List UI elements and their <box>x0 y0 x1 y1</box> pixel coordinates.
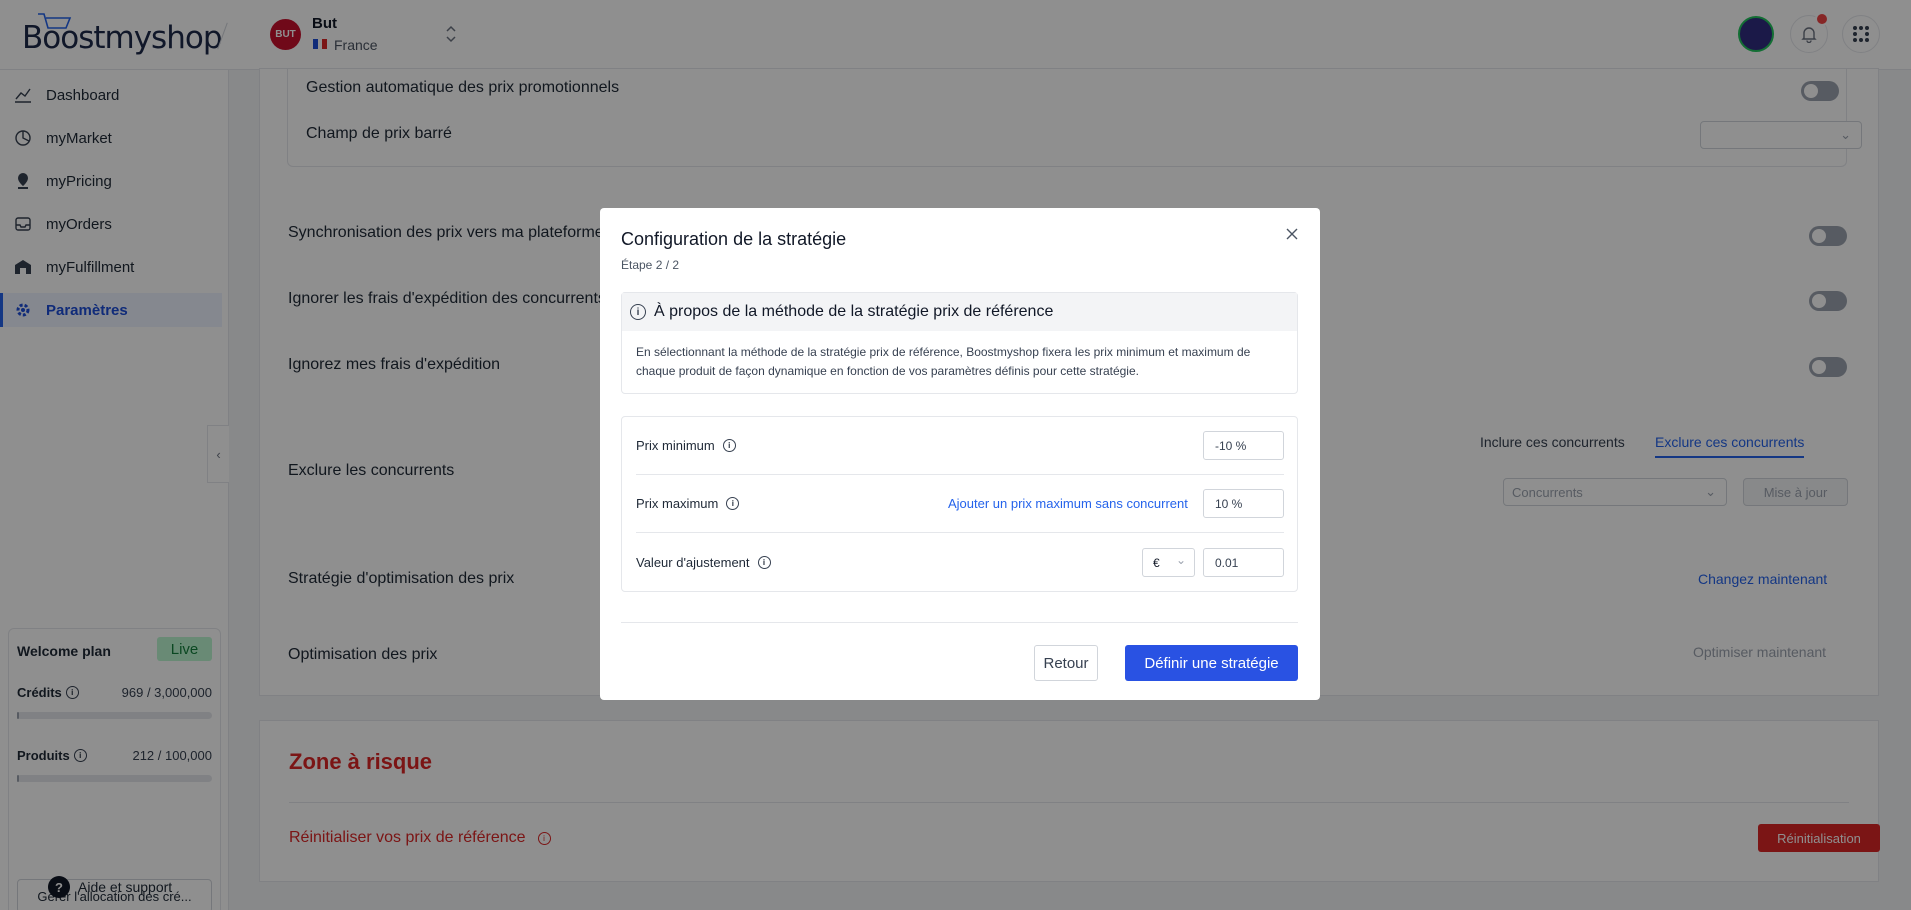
adjustment-input[interactable]: 0.01 <box>1203 548 1284 577</box>
info-box-text: En sélectionnant la méthode de la straté… <box>636 345 1251 378</box>
back-button[interactable]: Retour <box>1034 645 1098 681</box>
info-icon[interactable]: i <box>757 556 771 569</box>
strategy-config-modal: Configuration de la stratégie Étape 2 / … <box>600 208 1320 700</box>
strategy-info-box: i À propos de la méthode de la stratégie… <box>621 292 1298 394</box>
strategy-fields: Prix minimum i -10 % Prix maximum i Ajou… <box>621 416 1298 592</box>
adjustment-label: Valeur d'ajustement i <box>636 555 771 570</box>
modal-title: Configuration de la stratégie <box>621 229 847 249</box>
chevron-down-icon: ⌄ <box>1175 553 1186 567</box>
info-icon[interactable]: i <box>722 439 736 452</box>
close-modal-button[interactable] <box>1282 224 1302 244</box>
max-price-label: Prix maximum i <box>636 496 740 511</box>
define-strategy-button[interactable]: Définir une stratégie <box>1125 645 1298 681</box>
modal-footer-divider <box>621 622 1298 623</box>
adjustment-row: Valeur d'ajustement i € ⌄ 0.01 <box>636 533 1284 591</box>
modal-step: Étape 2 / 2 <box>621 258 680 272</box>
min-price-input[interactable]: -10 % <box>1203 431 1284 460</box>
info-box-header: i À propos de la méthode de la stratégie… <box>622 293 1297 331</box>
info-icon[interactable]: i <box>726 497 740 510</box>
min-price-row: Prix minimum i -10 % <box>636 417 1284 475</box>
max-price-row: Prix maximum i Ajouter un prix maximum s… <box>636 475 1284 533</box>
add-max-price-link[interactable]: Ajouter un prix maximum sans concurrent <box>948 496 1188 511</box>
info-icon: i <box>630 304 646 320</box>
currency-select[interactable]: € ⌄ <box>1142 548 1195 577</box>
info-box-title: À propos de la méthode de la stratégie p… <box>654 303 1054 320</box>
currency-value: € <box>1153 555 1160 570</box>
adjustment-label-text: Valeur d'ajustement <box>636 555 750 570</box>
min-price-label: Prix minimum i <box>636 438 736 453</box>
close-icon <box>1286 228 1298 240</box>
max-price-label-text: Prix maximum <box>636 496 719 511</box>
max-price-input[interactable]: 10 % <box>1203 489 1284 518</box>
min-price-label-text: Prix minimum <box>636 438 715 453</box>
